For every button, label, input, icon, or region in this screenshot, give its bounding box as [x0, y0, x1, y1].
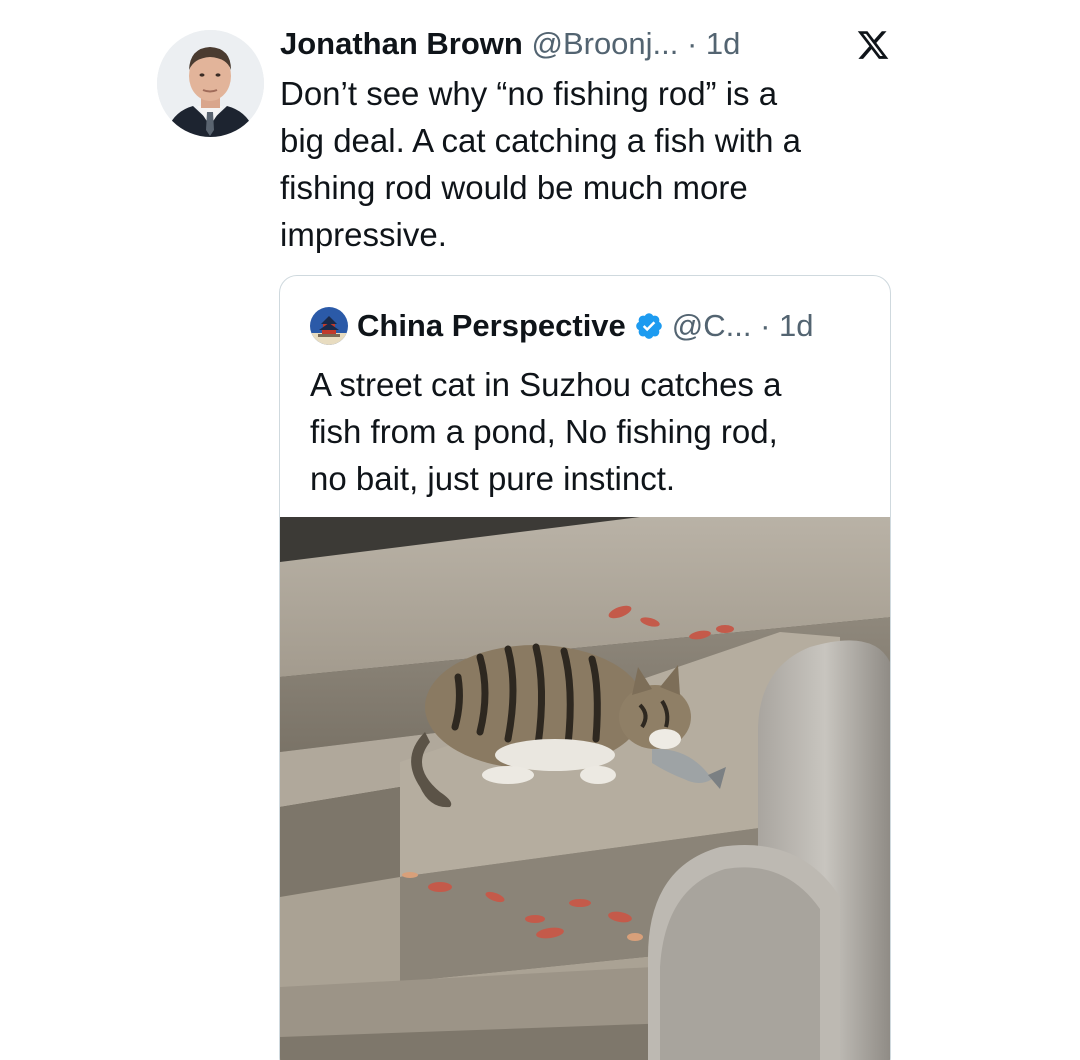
author-handle-time[interactable]: @Broonj... · 1d [531, 26, 740, 61]
tweet-text-line: big deal. A cat catching a fish with a [280, 122, 801, 159]
quoted-text-line: fish from a pond, No fishing rod, [310, 413, 778, 450]
x-logo-icon [856, 28, 890, 62]
quoted-text-line: A street cat in Suzhou catches a [310, 366, 782, 403]
quoted-tweet-card[interactable]: China Perspective @C... · 1d A street ca… [279, 275, 891, 1060]
tweet-text-line: impressive. [280, 216, 447, 253]
author-avatar[interactable] [157, 30, 264, 137]
quoted-tweet-text: A street cat in Suzhou catches a fish fr… [310, 361, 870, 502]
quoted-text-line: no bait, just pure instinct. [310, 460, 676, 497]
author-name[interactable]: Jonathan Brown [280, 26, 523, 61]
tweet-header: Jonathan Brown @Broonj... · 1d [280, 22, 740, 66]
tweet-text: Don’t see why “no fishing rod” is a big … [280, 70, 880, 258]
quoted-author-name[interactable]: China Perspective [357, 304, 626, 348]
quoted-author-handle-time[interactable]: @C... · 1d [672, 304, 814, 348]
quoted-tweet-header: China Perspective @C... · 1d [310, 304, 814, 348]
quoted-author-avatar[interactable] [310, 307, 348, 345]
tweet-screenshot: Jonathan Brown @Broonj... · 1d Don’t see… [0, 0, 1080, 1060]
verified-badge-icon [635, 313, 662, 339]
tweet-text-line: fishing rod would be much more [280, 169, 748, 206]
tweet-text-line: Don’t see why “no fishing rod” is a [280, 75, 778, 112]
quoted-tweet-photo[interactable] [280, 517, 890, 1060]
